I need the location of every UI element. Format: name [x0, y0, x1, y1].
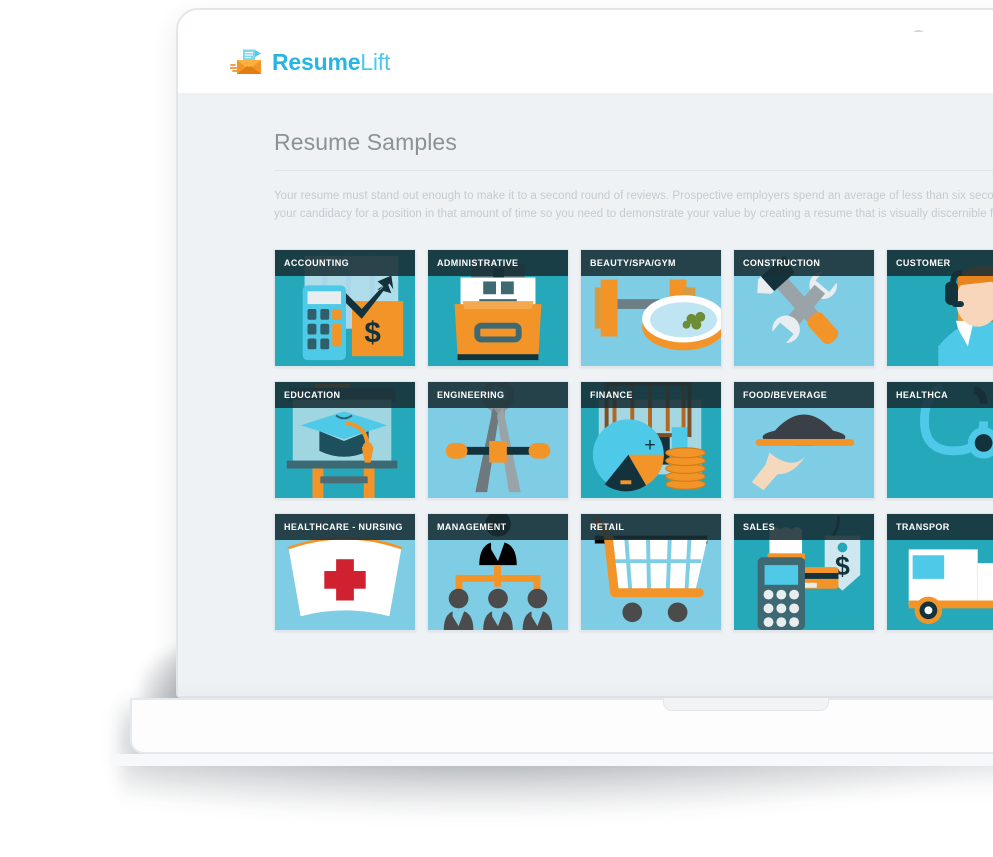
- sample-card-engineering[interactable]: ENGINEERING: [427, 381, 569, 499]
- resume-sample-grid: $ ACCOUNTING ADMINISTRATIVE BEAUTY/SPA/G…: [274, 249, 993, 631]
- card-label: FOOD/BEVERAGE: [734, 382, 874, 408]
- intro-line-2: your candidacy for a position in that am…: [274, 208, 993, 220]
- sample-card-management[interactable]: MANAGEMENT: [427, 513, 569, 631]
- laptop-base: [130, 698, 993, 754]
- card-label: FINANCE: [581, 382, 721, 408]
- content-container: Resume Samples Your resume must stand ou…: [178, 93, 993, 631]
- sample-card-accounting[interactable]: $ ACCOUNTING: [274, 249, 416, 367]
- card-label: ACCOUNTING: [275, 250, 415, 276]
- card-label: CONSTRUCTION: [734, 250, 874, 276]
- card-label: TRANSPOR: [887, 514, 993, 540]
- page-body: Resume Samples Your resume must stand ou…: [178, 93, 993, 696]
- envelope-document-icon: [229, 49, 264, 77]
- sample-card-healthcare-nursing[interactable]: HEALTHCARE - NURSING: [274, 513, 416, 631]
- brand-name: ResumeLift: [272, 49, 390, 76]
- sample-card-finance[interactable]: + FINANCE: [580, 381, 722, 499]
- sample-card-transportation[interactable]: TRANSPOR: [886, 513, 993, 631]
- card-label: BEAUTY/SPA/GYM: [581, 250, 721, 276]
- svg-text:+: +: [644, 434, 656, 456]
- intro-line-1: Your resume must stand out enough to mak…: [274, 190, 993, 202]
- sample-card-beauty-spa-gym[interactable]: BEAUTY/SPA/GYM: [580, 249, 722, 367]
- laptop-front-edge: [110, 754, 993, 766]
- sample-card-retail[interactable]: RETAIL: [580, 513, 722, 631]
- sample-card-sales[interactable]: $ SALES: [733, 513, 875, 631]
- card-label: RETAIL: [581, 514, 721, 540]
- svg-text:$: $: [364, 316, 380, 349]
- card-label: HEALTHCA: [887, 382, 993, 408]
- browser-viewport: ResumeLift Resume Samples Your resume mu…: [178, 32, 993, 696]
- brand-name-bold: Resume: [272, 49, 361, 75]
- card-label: CUSTOMER: [887, 250, 993, 276]
- sample-card-education[interactable]: EDUCATION: [274, 381, 416, 499]
- page-title: Resume Samples: [274, 129, 993, 171]
- sample-card-food-beverage[interactable]: FOOD/BEVERAGE: [733, 381, 875, 499]
- sample-card-construction[interactable]: CONSTRUCTION: [733, 249, 875, 367]
- laptop-trackpad-notch: [663, 698, 829, 711]
- card-label: SALES: [734, 514, 874, 540]
- sample-card-administrative[interactable]: ADMINISTRATIVE: [427, 249, 569, 367]
- card-label: EDUCATION: [275, 382, 415, 408]
- sample-card-customer-service[interactable]: CUSTOMER: [886, 249, 993, 367]
- card-label: ENGINEERING: [428, 382, 568, 408]
- card-label: ADMINISTRATIVE: [428, 250, 568, 276]
- sample-card-healthcare[interactable]: HEALTHCA: [886, 381, 993, 499]
- brand-logo[interactable]: ResumeLift: [229, 49, 390, 77]
- card-label: HEALTHCARE - NURSING: [275, 514, 415, 540]
- screenshot-stage: ResumeLift Resume Samples Your resume mu…: [0, 0, 993, 857]
- site-header: ResumeLift: [178, 32, 993, 93]
- brand-name-light: Lift: [360, 49, 391, 75]
- intro-paragraph: Your resume must stand out enough to mak…: [274, 187, 993, 223]
- card-label: MANAGEMENT: [428, 514, 568, 540]
